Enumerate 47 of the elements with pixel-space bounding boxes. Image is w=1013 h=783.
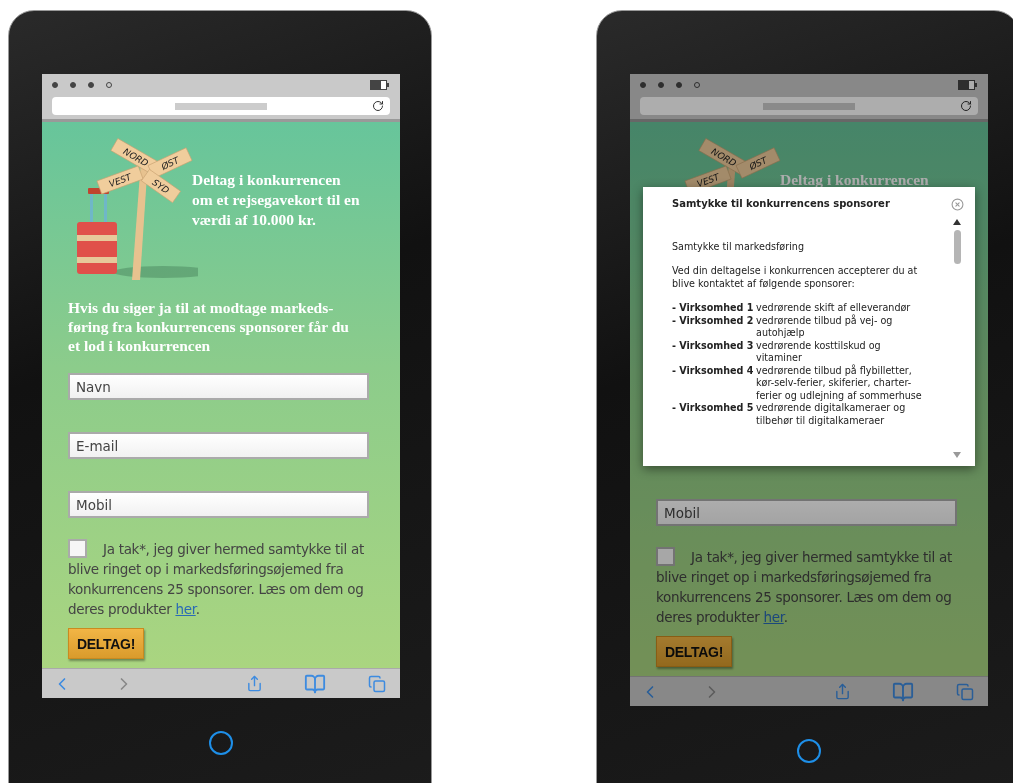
consent-checkbox[interactable] xyxy=(68,539,87,558)
submit-button[interactable]: DELTAG! xyxy=(68,628,145,659)
bookmarks-icon[interactable] xyxy=(892,680,915,703)
consent-text: Ja tak*, jeg giver hermed samtykke til at blive ringet op i markedsføringsøjemed fra konkurrencens 25 sponsorer. Læs om dem og deres produkter her. xyxy=(656,547,953,627)
signal-dot-icon xyxy=(88,82,94,88)
intro-text: Hvis du siger ja til at modtage markeds-føring fra konkurrencens sponsorer får du et lod i konkurrencen xyxy=(68,298,350,355)
signal-dot-icon xyxy=(658,82,664,88)
input-field[interactable]: Mobil xyxy=(68,491,369,518)
submit-button[interactable]: DELTAG! xyxy=(656,636,733,667)
signal-dot-icon xyxy=(676,82,682,88)
battery-icon xyxy=(958,80,978,90)
scrollbar-thumb[interactable] xyxy=(953,230,961,264)
consent-text: Ja tak*, jeg giver hermed samtykke til at blive ringet op i markedsføringsøjemed fra konkurrencens 25 sponsorer. Læs om dem og deres produkter her. xyxy=(68,539,365,619)
scroll-down-icon[interactable] xyxy=(953,452,961,458)
dialog-title: Samtykke til konkurrencens sponsorer xyxy=(672,198,891,211)
link[interactable]: her xyxy=(175,601,196,617)
dialog-paragraph: Ved din deltagelse i konkurrencen accepterer du at blive kontaktet af følgende sponsorer: xyxy=(672,265,919,290)
share-icon[interactable] xyxy=(245,675,263,692)
link[interactable]: her xyxy=(763,609,784,625)
reload-icon[interactable] xyxy=(372,100,384,112)
tabs-icon[interactable] xyxy=(956,682,974,701)
sign-label: SYD xyxy=(150,177,171,196)
home-button[interactable] xyxy=(797,739,821,763)
share-icon[interactable] xyxy=(833,683,851,700)
bookmarks-icon[interactable] xyxy=(304,672,327,695)
reload-icon[interactable] xyxy=(960,100,972,112)
dialog-paragraph: Samtykke til markedsføring xyxy=(672,240,806,253)
consent-checkbox[interactable] xyxy=(656,547,675,566)
headline-text: Deltag i konkurrencen om et rejsegavekort til en værdi af 10.000 kr. xyxy=(192,170,361,230)
home-button[interactable] xyxy=(209,731,233,755)
sign-label: VEST xyxy=(107,171,133,190)
sign-label: ØST xyxy=(747,155,769,172)
headline-text: Deltag i konkurrencen xyxy=(780,170,929,190)
sponsor-description: vedrørende digitalkameraer og tilbehør til digitalkameraer xyxy=(756,402,907,427)
input-field[interactable]: E-mail xyxy=(68,432,369,459)
close-icon[interactable] xyxy=(950,198,964,211)
signal-dot-icon xyxy=(70,82,76,88)
sign-label: ØST xyxy=(159,155,181,172)
input-field[interactable]: Navn xyxy=(68,373,369,400)
input-field[interactable]: Mobil xyxy=(656,499,957,526)
scroll-up-icon[interactable] xyxy=(953,219,961,225)
tabs-icon[interactable] xyxy=(368,674,386,693)
sponsor-description: vedrørende skift af elleverandør xyxy=(756,302,912,314)
signal-dot-icon xyxy=(640,82,646,88)
signal-dot-icon xyxy=(52,82,58,88)
sign-label: VEST xyxy=(695,171,721,190)
battery-icon xyxy=(370,80,390,90)
